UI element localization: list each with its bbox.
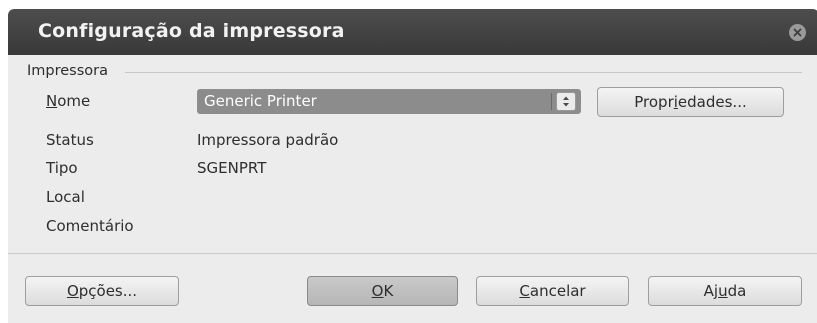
ok-button[interactable]: OK: [307, 276, 458, 306]
printer-setup-dialog: Configuração da impressora Impressora No…: [8, 9, 817, 323]
help-label-mnemonic: u: [718, 282, 728, 300]
options-label-rest: pções...: [78, 282, 138, 300]
cancel-button[interactable]: Cancelar: [476, 276, 629, 306]
printer-name-combobox[interactable]: Generic Printer: [197, 89, 581, 114]
comment-label: Comentário: [46, 217, 134, 235]
ok-label-mnemonic: O: [371, 282, 384, 300]
type-value: SGENPRT: [197, 159, 267, 177]
cancel-label-rest: ancelar: [529, 282, 586, 300]
location-label: Local: [46, 188, 85, 206]
properties-label-post: edades...: [677, 93, 747, 111]
group-separator: [125, 72, 802, 73]
properties-label-pre: Propr: [634, 93, 674, 111]
up-down-arrows-icon: [563, 96, 569, 107]
printer-group-label: Impressora: [27, 63, 108, 79]
combo-arrow-button[interactable]: [556, 92, 576, 111]
printer-name-value: Generic Printer: [204, 92, 317, 110]
name-label: Nome: [46, 92, 90, 110]
type-label: Tipo: [46, 159, 78, 177]
properties-button[interactable]: Propr i edades...: [597, 87, 784, 117]
title-bar: Configuração da impressora: [8, 9, 817, 55]
button-area-divider: [8, 253, 817, 254]
status-label: Status: [46, 131, 94, 149]
options-button[interactable]: Opções...: [25, 276, 179, 306]
options-label-mnemonic: O: [66, 282, 79, 300]
name-label-rest: ome: [57, 92, 91, 110]
dialog-title: Configuração da impressora: [38, 20, 345, 42]
ok-label-rest: K: [383, 282, 394, 300]
close-icon: [793, 28, 802, 37]
cancel-label-mnemonic: C: [519, 282, 530, 300]
name-label-mnemonic: N: [46, 92, 58, 110]
help-label-pre: Aj: [703, 282, 719, 300]
combo-separator: [551, 93, 552, 110]
help-label-post: da: [727, 282, 747, 300]
status-value: Impressora padrão: [197, 131, 339, 149]
help-button[interactable]: Aj u da: [648, 276, 802, 306]
close-button[interactable]: [789, 24, 806, 41]
